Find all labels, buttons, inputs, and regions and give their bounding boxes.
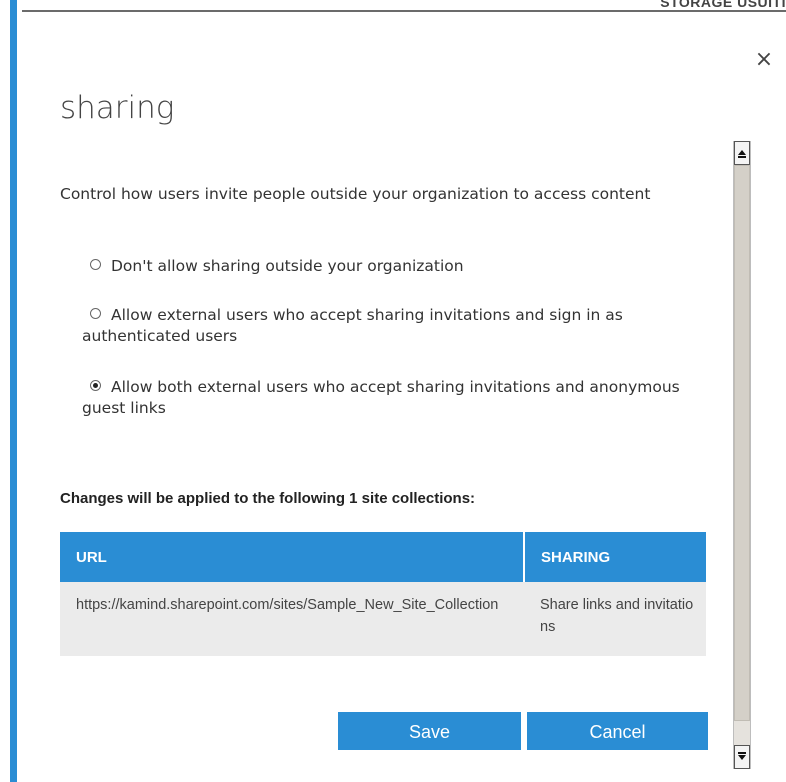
option-no-external-sharing[interactable]: Don't allow sharing outside your organiz…: [82, 256, 682, 277]
save-button[interactable]: Save: [338, 712, 521, 750]
site-url-cell: https://kamind.sharepoint.com/sites/Samp…: [60, 582, 524, 656]
table-header-row: URL SHARING: [60, 532, 706, 582]
changes-notice: Changes will be applied to the following…: [60, 490, 476, 507]
option-label: Allow both external users who accept sha…: [82, 378, 680, 417]
radio-button[interactable]: [90, 380, 101, 391]
dialog-title: sharing: [60, 90, 175, 126]
option-label: Allow external users who accept sharing …: [82, 306, 623, 345]
scroll-down-icon[interactable]: [734, 745, 750, 769]
radio-button[interactable]: [90, 308, 101, 319]
table-row: https://kamind.sharepoint.com/sites/Samp…: [60, 582, 706, 656]
radio-button[interactable]: [90, 259, 101, 270]
close-icon[interactable]: ×: [752, 48, 776, 72]
background-divider: [22, 10, 786, 12]
option-authenticated-users[interactable]: Allow external users who accept sharing …: [82, 305, 682, 347]
site-collections-table: URL SHARING https://kamind.sharepoint.co…: [60, 532, 706, 656]
background-page-strip: STORAGE USUITI: [0, 0, 786, 12]
vertical-scrollbar[interactable]: [733, 141, 751, 769]
sharing-description: Control how users invite people outside …: [60, 185, 651, 203]
cancel-button[interactable]: Cancel: [527, 712, 708, 750]
column-header-sharing[interactable]: SHARING: [523, 532, 706, 582]
sharing-status-cell: Share links and invitations: [524, 582, 706, 656]
scroll-thumb[interactable]: [734, 165, 750, 721]
column-header-url[interactable]: URL: [60, 532, 524, 582]
option-label: Don't allow sharing outside your organiz…: [111, 257, 464, 275]
background-header-text: STORAGE USUITI: [660, 0, 786, 10]
scroll-up-icon[interactable]: [734, 141, 750, 165]
option-anonymous-guest-links[interactable]: Allow both external users who accept sha…: [82, 377, 682, 419]
dialog-left-accent: [10, 0, 17, 782]
